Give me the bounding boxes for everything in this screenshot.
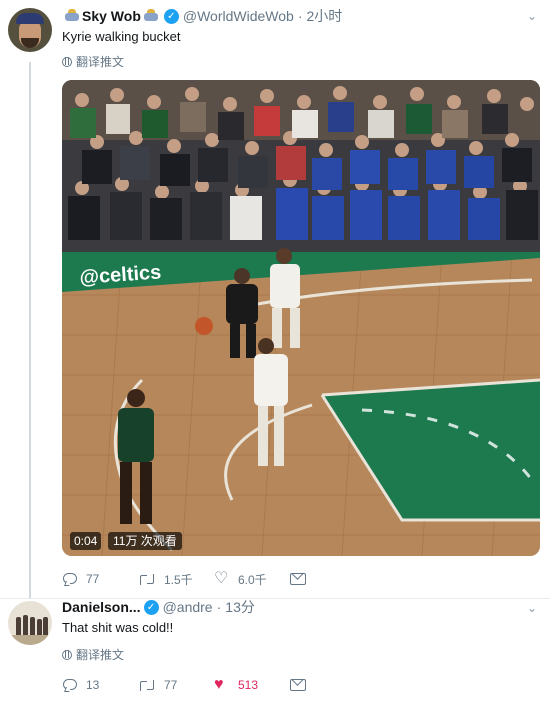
tweet-actions: 13 77 ♥ 513 — [62, 676, 366, 694]
like-button[interactable]: ♥ 513 — [214, 676, 290, 693]
avatar[interactable] — [8, 601, 52, 645]
user-handle[interactable]: @WorldWideWob — [183, 8, 294, 24]
like-count: 513 — [238, 678, 259, 692]
tweet-main[interactable]: Sky Wob ✓ @WorldWideWob · 2小时 ⌄ Kyrie wa… — [0, 0, 550, 598]
video-view-count: 11万 次观看 — [108, 532, 182, 550]
reply-count: 77 — [86, 572, 100, 586]
retweet-icon — [138, 678, 156, 692]
translate-label: 翻译推文 — [76, 55, 125, 69]
heart-icon: ♥ — [214, 676, 224, 693]
video-player[interactable]: @celtics 0:04 11万 次观看 — [62, 80, 540, 556]
avatar[interactable] — [8, 8, 52, 52]
retweet-button[interactable]: 1.5千 — [138, 571, 214, 588]
retweet-icon — [138, 572, 156, 586]
tweet-timestamp[interactable]: 2小时 — [307, 6, 343, 26]
tweet-text: That shit was cold!! — [62, 620, 174, 635]
display-name[interactable]: Sky Wob — [82, 8, 141, 24]
tweet-header: Sky Wob ✓ @WorldWideWob · 2小时 — [62, 7, 342, 25]
retweet-count: 77 — [164, 678, 178, 692]
tweet-header: Danielson... ✓ @andre · 13分 — [62, 598, 255, 616]
retweet-count: 1.5千 — [164, 572, 193, 587]
tweet-text: Kyrie walking bucket — [62, 29, 181, 44]
video-frame: @celtics — [62, 80, 540, 556]
globe-icon — [62, 649, 72, 660]
display-name[interactable]: Danielson... — [62, 599, 141, 615]
direct-message-icon — [290, 679, 306, 691]
chevron-down-icon[interactable]: ⌄ — [524, 600, 540, 616]
reply-button[interactable]: 13 — [62, 678, 138, 692]
police-officer-emoji-icon — [64, 9, 80, 23]
tweet-actions: 77 1.5千 ♡ 6.0千 — [62, 570, 366, 588]
tweet-timestamp[interactable]: 13分 — [225, 597, 255, 617]
separator-dot: · — [297, 8, 303, 24]
verified-check-icon: ✓ — [163, 8, 179, 24]
translate-tweet-link[interactable]: 翻译推文 — [62, 646, 124, 663]
direct-message-button[interactable] — [290, 679, 366, 691]
heart-icon: ♡ — [214, 570, 229, 587]
like-count: 6.0千 — [238, 572, 267, 587]
verified-check-icon: ✓ — [143, 599, 159, 615]
reply-icon — [62, 572, 78, 586]
separator-dot: · — [216, 599, 222, 615]
translate-label: 翻译推文 — [76, 648, 125, 662]
chevron-down-icon[interactable]: ⌄ — [524, 8, 540, 24]
reply-button[interactable]: 77 — [62, 572, 138, 586]
direct-message-icon — [290, 573, 306, 585]
video-timestamp: 0:04 — [70, 532, 102, 550]
police-officer-emoji-icon — [143, 9, 159, 23]
translate-tweet-link[interactable]: 翻译推文 — [62, 53, 124, 70]
direct-message-button[interactable] — [290, 573, 366, 585]
globe-icon — [62, 56, 72, 67]
reply-icon — [62, 678, 78, 692]
retweet-button[interactable]: 77 — [138, 678, 214, 692]
reply-count: 13 — [86, 678, 100, 692]
like-button[interactable]: ♡ 6.0千 — [214, 571, 290, 588]
user-handle[interactable]: @andre — [163, 599, 213, 615]
